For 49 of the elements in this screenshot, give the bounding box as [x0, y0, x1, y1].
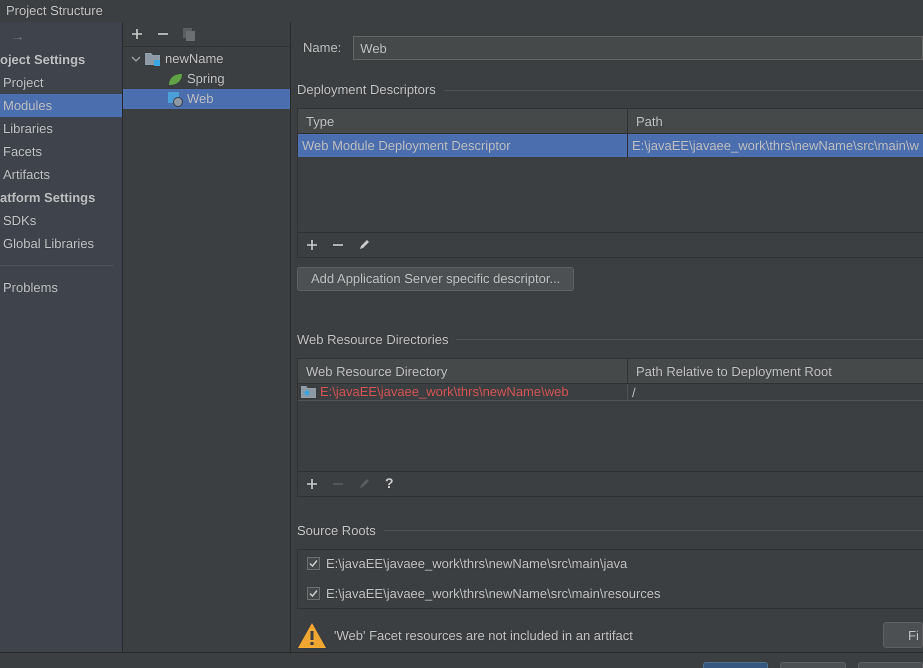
add-icon[interactable] — [306, 478, 318, 490]
table-cell: Web Module Deployment Descriptor — [298, 134, 628, 157]
column-header[interactable]: Path — [628, 109, 923, 133]
nav-item[interactable]: Libraries — [0, 117, 122, 140]
table-cell-text: E:\javaEE\javaee_work\thrs\newName\web — [320, 383, 569, 402]
table-cell-text: E:\javaEE\javaee_work\thrs\newName\src\main\w — [631, 137, 920, 155]
tree-item[interactable]: Web — [123, 89, 290, 109]
checkbox[interactable] — [307, 557, 320, 570]
checkbox[interactable] — [307, 586, 320, 600]
table-row[interactable]: Web Module Deployment Descriptor E:\javaEE\javaee_work\thrs\newName\src\main\w — [298, 134, 923, 157]
web-module-icon — [168, 92, 183, 106]
tree-item-label: Spring — [187, 70, 225, 88]
nav-item[interactable]: Artifacts — [0, 163, 122, 186]
chevron-icon[interactable] — [131, 54, 141, 64]
column-header[interactable]: Type — [298, 109, 628, 133]
source-root-label: E:\javaEE\javaee_work\thrs\newName\src\main\resources — [326, 584, 661, 603]
edit-icon[interactable] — [358, 238, 371, 252]
fix-button[interactable]: Fi — [883, 622, 923, 648]
nav-item[interactable]: SDKs — [0, 209, 122, 232]
tree-item[interactable]: newName — [123, 49, 290, 69]
help-button[interactable]: ? — [385, 473, 394, 494]
column-header[interactable]: Path Relative to Deployment Root — [628, 358, 923, 383]
add-descriptor-button[interactable]: Add Application Server specific descriptor... — [297, 266, 574, 291]
group-heading: oject Settings — [0, 51, 86, 69]
folder-icon — [301, 386, 316, 398]
tree-item[interactable]: Spring — [123, 69, 290, 89]
section-title: Source Roots — [297, 522, 376, 540]
source-root-label: E:\javaEE\javaee_work\thrs\newName\src\main\java — [326, 555, 628, 574]
add-icon[interactable] — [131, 28, 143, 40]
add-icon[interactable] — [306, 238, 318, 251]
section-title: Deployment Descriptors — [297, 81, 436, 100]
nav-item[interactable]: Facets — [0, 140, 122, 163]
nav-item[interactable]: Modules — [0, 94, 122, 117]
section-title: Web Resource Directories — [297, 331, 448, 350]
name-label: Name: — [302, 39, 342, 58]
tree-item-label: newName — [165, 50, 224, 68]
leaf-icon — [168, 72, 183, 86]
window-title: Project Structure — [6, 2, 103, 20]
name-field[interactable]: Web — [353, 36, 923, 60]
nav-item[interactable]: Global Libraries — [0, 232, 122, 255]
nav-item[interactable]: Project — [0, 71, 122, 94]
tree-item-label: Web — [187, 90, 214, 108]
warning-message: 'Web' Facet resources are not included in an artifact — [334, 626, 633, 645]
warning-icon — [297, 622, 327, 649]
nav-item[interactable]: Problems — [0, 276, 122, 299]
column-header[interactable]: Web Resource Directory — [298, 358, 628, 383]
table-cell-text: / — [631, 384, 637, 400]
group-heading: atform Settings — [0, 189, 96, 207]
folder-icon — [145, 52, 161, 66]
